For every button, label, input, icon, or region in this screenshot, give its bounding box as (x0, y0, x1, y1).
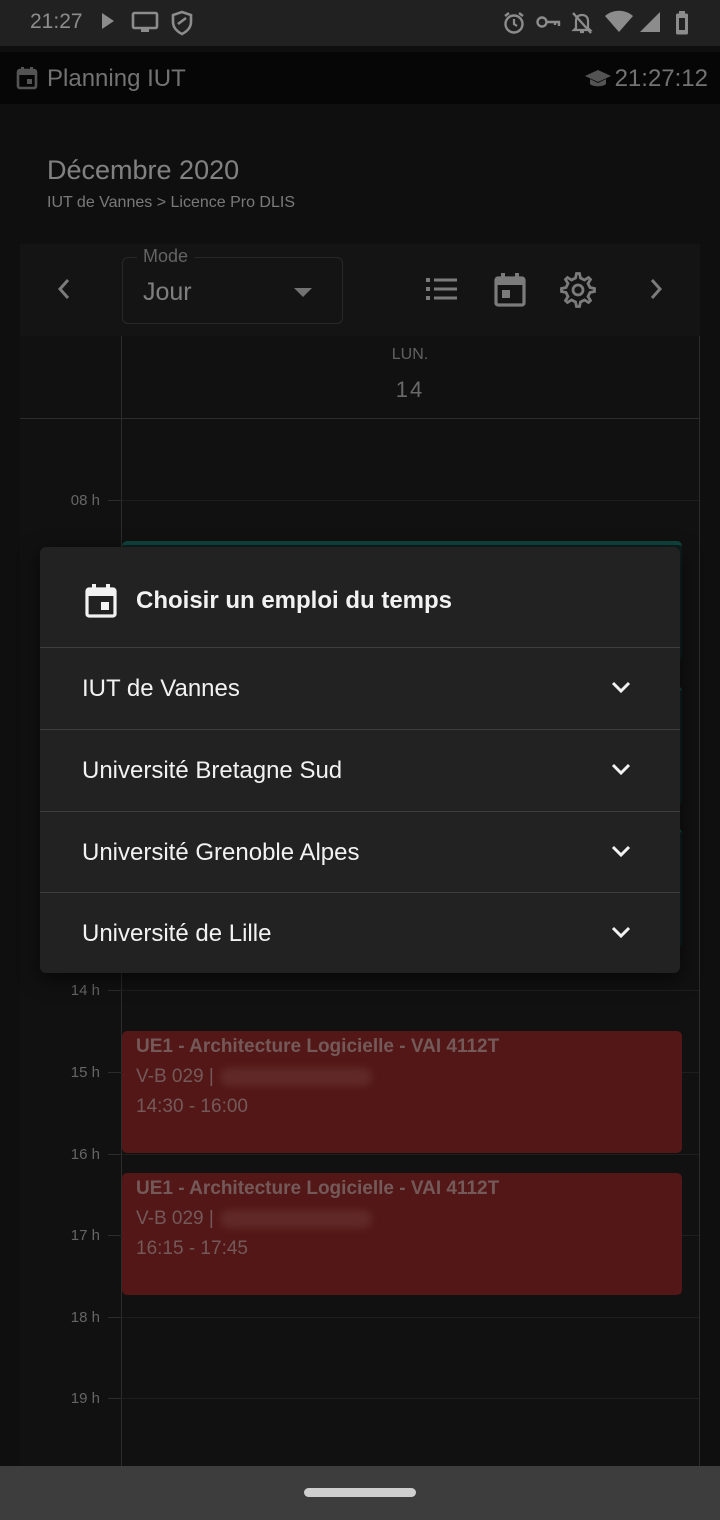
calendar-event-icon (84, 583, 118, 624)
chevron-down-icon (610, 844, 632, 865)
option-label: IUT de Vannes (82, 675, 240, 702)
option-universite-de-lille[interactable]: Université de Lille (40, 892, 680, 974)
chevron-down-icon (610, 762, 632, 783)
option-label: Université Grenoble Alpes (82, 839, 360, 866)
chevron-down-icon (610, 925, 632, 946)
option-universite-grenoble-alpes[interactable]: Université Grenoble Alpes (40, 811, 680, 893)
option-iut-de-vannes[interactable]: IUT de Vannes (40, 647, 680, 729)
home-gesture-handle[interactable] (304, 1488, 416, 1497)
chevron-down-icon (610, 680, 632, 701)
timetable-chooser-dialog: Choisir un emploi du temps IUT de Vannes… (40, 547, 680, 973)
dialog-title: Choisir un emploi du temps (136, 587, 453, 614)
option-label: Université de Lille (82, 920, 272, 947)
option-universite-bretagne-sud[interactable]: Université Bretagne Sud (40, 729, 680, 811)
system-nav-bar (0, 1466, 720, 1520)
dialog-header: Choisir un emploi du temps (40, 547, 680, 647)
option-label: Université Bretagne Sud (82, 757, 343, 784)
